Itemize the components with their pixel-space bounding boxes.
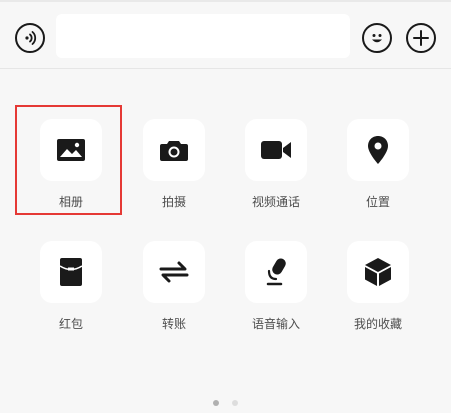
microphone-icon: [263, 257, 289, 287]
location-label: 位置: [365, 195, 390, 209]
more-button[interactable]: [406, 23, 436, 53]
red-packet-item[interactable]: 红包: [21, 241, 121, 332]
voice-input-item[interactable]: 语音输入: [226, 241, 326, 332]
transfer-item[interactable]: 转账: [124, 241, 224, 332]
favorites-tile[interactable]: [347, 241, 409, 303]
transfer-label: 转账: [161, 317, 186, 331]
favorites-icon: [364, 257, 392, 287]
voice-icon: [20, 28, 40, 48]
location-item[interactable]: 位置: [328, 119, 428, 210]
video-call-item[interactable]: 视频通话: [226, 119, 326, 210]
page-indicator: [0, 391, 451, 410]
favorites-label: 我的收藏: [353, 317, 402, 331]
location-icon: [367, 135, 389, 165]
transfer-tile[interactable]: [143, 241, 205, 303]
emoji-icon: [367, 28, 387, 48]
camera-label: 拍摄: [161, 195, 186, 209]
page-dot[interactable]: [232, 400, 239, 406]
more-functions-panel: 相册 拍摄 视频通话 位置 红包 转账 语音输入 我的收藏: [0, 69, 451, 413]
red-packet-label: 红包: [58, 317, 83, 331]
video-call-label: 视频通话: [251, 195, 300, 209]
video-icon: [260, 139, 292, 161]
camera-icon: [159, 138, 189, 162]
photo-album-label: 相册: [58, 195, 83, 209]
photo-album-item[interactable]: 相册: [21, 119, 121, 210]
plus-icon: [411, 28, 431, 48]
location-tile[interactable]: [347, 119, 409, 181]
photo-icon: [56, 138, 86, 162]
camera-tile[interactable]: [143, 119, 205, 181]
page-dot-active[interactable]: [212, 400, 219, 406]
red-packet-tile[interactable]: [40, 241, 102, 303]
emoji-button[interactable]: [362, 23, 392, 53]
transfer-icon: [159, 260, 189, 284]
video-call-tile[interactable]: [245, 119, 307, 181]
favorites-item[interactable]: 我的收藏: [328, 241, 428, 332]
voice-input-label: 语音输入: [251, 317, 300, 331]
red-packet-icon: [59, 257, 83, 287]
voice-button[interactable]: [15, 23, 45, 53]
camera-item[interactable]: 拍摄: [124, 119, 224, 210]
chat-input-bar: [0, 2, 451, 69]
voice-input-tile[interactable]: [245, 241, 307, 303]
message-input[interactable]: [56, 14, 350, 58]
photo-album-tile[interactable]: [40, 119, 102, 181]
